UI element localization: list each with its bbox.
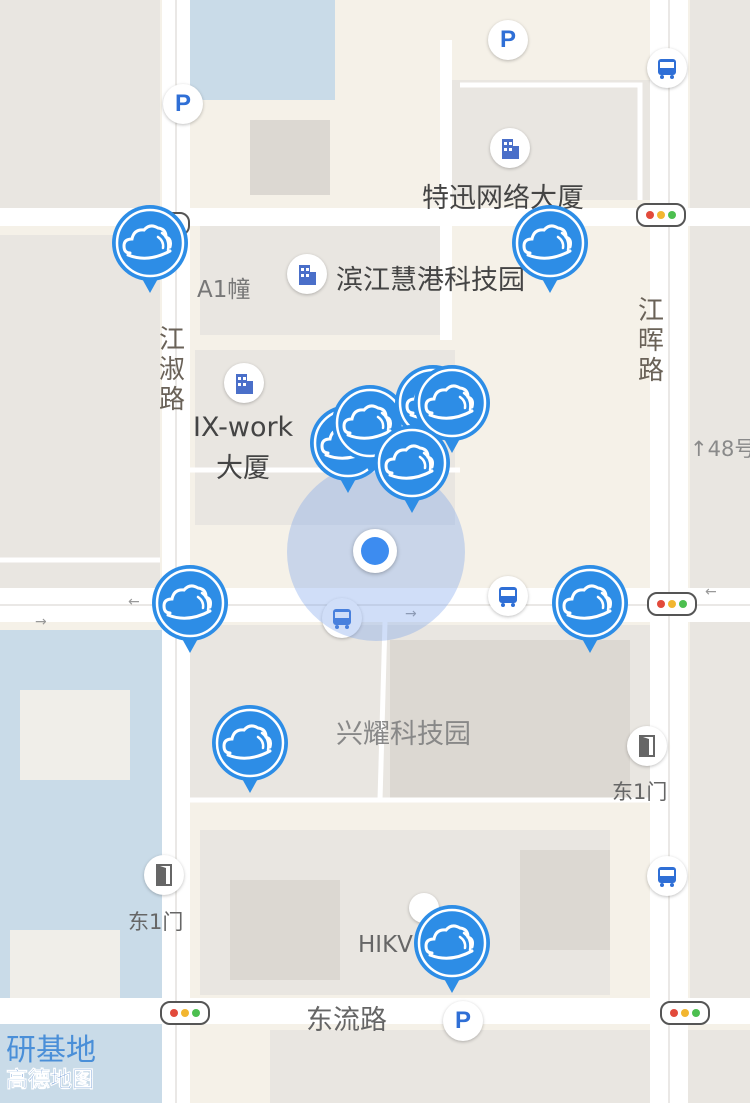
cloud-wifi-marker-icon[interactable]	[550, 563, 630, 655]
bus-icon[interactable]	[647, 856, 687, 896]
label-jiangshu-road: 江淑路	[158, 325, 185, 415]
svg-text:←: ←	[128, 594, 140, 610]
label-xingyao-park: 兴耀科技园	[336, 719, 471, 750]
traffic-light-icon	[647, 592, 697, 616]
label-binjiang-park: 滨江慧港科技园	[336, 265, 525, 296]
svg-text:→: →	[35, 614, 47, 630]
label-ixwork-line2: 大厦	[216, 453, 270, 484]
traffic-light-icon	[636, 203, 686, 227]
amap-logo-text: 高德地图	[6, 1068, 95, 1094]
parking-icon[interactable]: P	[488, 20, 528, 60]
cloud-wifi-marker-icon[interactable]	[110, 203, 190, 295]
cloud-wifi-marker-icon[interactable]	[412, 903, 492, 995]
parking-icon[interactable]: P	[443, 1001, 483, 1041]
traffic-light-icon	[160, 1001, 210, 1025]
label-house-48: ↑48号	[690, 433, 750, 463]
label-research-base: 研基地	[6, 1033, 96, 1068]
building-icon[interactable]	[287, 254, 327, 294]
label-a1-building: A1幢	[197, 277, 251, 303]
svg-text:←: ←	[705, 584, 717, 600]
label-dongliu-road: 东流路	[306, 1005, 387, 1036]
label-ixwork-line1: IX-work	[193, 412, 294, 443]
parking-icon[interactable]: P	[163, 84, 203, 124]
bus-icon[interactable]	[488, 576, 528, 616]
label-jianghui-road: 江晖路	[637, 296, 664, 386]
cloud-wifi-marker-icon[interactable]	[510, 203, 590, 295]
location-dot	[361, 537, 389, 565]
building-icon[interactable]	[490, 128, 530, 168]
building-icon[interactable]	[224, 363, 264, 403]
current-location-icon[interactable]	[353, 529, 397, 573]
map-logo: 研基地 高德地图	[6, 1034, 96, 1094]
bus-icon[interactable]	[647, 48, 687, 88]
label-east-gate-right: 东1门	[612, 780, 668, 804]
traffic-light-icon	[660, 1001, 710, 1025]
map-view[interactable]: ← → → ← 特迅网络大厦 滨江慧港科技园 A1幢 IX-work 大厦 兴耀…	[0, 0, 750, 1103]
door-icon[interactable]	[144, 855, 184, 895]
cloud-wifi-marker-icon[interactable]	[150, 563, 230, 655]
cloud-wifi-marker-icon[interactable]	[372, 423, 452, 515]
cloud-wifi-marker-icon[interactable]	[210, 703, 290, 795]
door-icon[interactable]	[627, 726, 667, 766]
label-house-48-text: 48号	[707, 437, 750, 461]
label-east-gate-left: 东1门	[128, 910, 184, 934]
